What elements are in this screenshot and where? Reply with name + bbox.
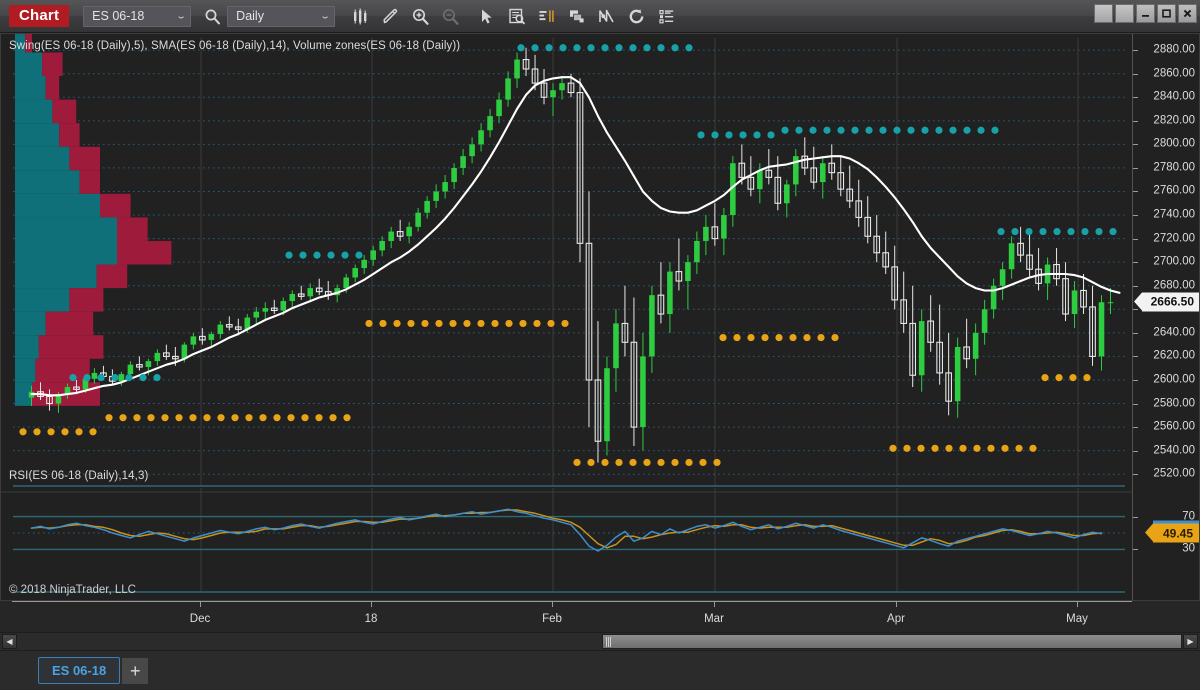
- close-button[interactable]: [1178, 4, 1197, 23]
- window-blank-button-2[interactable]: [1115, 4, 1134, 23]
- data-box-icon[interactable]: [531, 1, 561, 31]
- time-axis-tick: [371, 601, 372, 607]
- interval-selector[interactable]: Daily ⌄: [227, 5, 336, 27]
- price-axis-tick: [1133, 97, 1138, 99]
- rsi-axis-tick: [1133, 516, 1138, 518]
- rsi-axis-tick: [1133, 549, 1138, 551]
- time-axis-tick: [1077, 601, 1078, 607]
- price-axis-tick-label: 2640.00: [1153, 326, 1195, 339]
- interval-selector-value: Daily: [236, 9, 264, 23]
- price-axis-tick-label: 2840.00: [1153, 90, 1195, 103]
- price-axis-tick-label: 2680.00: [1153, 278, 1195, 291]
- chart-window-badge: Chart: [9, 5, 70, 27]
- rsi-axis-tick-label: 30: [1182, 542, 1195, 555]
- scroll-left-arrow[interactable]: ◀: [2, 634, 17, 649]
- time-axis[interactable]: Dec 18 Feb Mar Apr May: [0, 601, 1200, 632]
- time-axis-line: [12, 601, 1132, 602]
- chart-properties-icon[interactable]: [501, 1, 531, 31]
- draw-icon[interactable]: [375, 1, 405, 31]
- time-axis-tick: [896, 601, 897, 607]
- price-axis-tick: [1133, 332, 1138, 334]
- chart-toolbar: Chart ES 06-18 ⌄ Daily ⌄: [0, 0, 1200, 33]
- price-axis-tick-label: 2740.00: [1153, 208, 1195, 221]
- price-axis-tick: [1133, 474, 1138, 476]
- price-axis-tick-label: 2760.00: [1153, 184, 1195, 197]
- price-axis-tick: [1133, 379, 1138, 381]
- chart-plot: [1, 34, 1132, 598]
- price-axis-tick-label: 2780.00: [1153, 161, 1195, 174]
- price-axis-tick-label: 2580.00: [1153, 396, 1195, 409]
- price-axis-tick: [1133, 120, 1138, 122]
- ninjatrader-chart-window: Chart ES 06-18 ⌄ Daily ⌄ Swing(ES 06-18 …: [0, 0, 1200, 690]
- chart-canvas-area[interactable]: Swing(ES 06-18 (Daily),5), SMA(ES 06-18 …: [0, 33, 1200, 601]
- time-axis-label: Mar: [704, 613, 724, 625]
- price-axis-tick: [1133, 50, 1138, 52]
- price-axis-tick: [1133, 238, 1138, 240]
- price-axis-tick: [1133, 73, 1138, 75]
- price-axis-tick-label: 2520.00: [1153, 467, 1195, 480]
- minimize-button[interactable]: [1136, 4, 1155, 23]
- price-axis-tick: [1133, 450, 1138, 452]
- tab-es-06-18[interactable]: ES 06-18: [38, 657, 121, 684]
- copyright-notice: © 2018 NinjaTrader, LLC: [9, 584, 136, 596]
- time-axis-label: Dec: [189, 613, 211, 625]
- time-axis-tick: [200, 601, 201, 607]
- indicators-icon[interactable]: [591, 1, 621, 31]
- window-blank-button-1[interactable]: [1094, 4, 1113, 23]
- scrollbar-track[interactable]: [21, 634, 1183, 649]
- cursor-icon[interactable]: [471, 1, 501, 31]
- time-axis-tick: [552, 601, 553, 607]
- price-axis-tick: [1133, 167, 1138, 169]
- price-axis-tick-label: 2540.00: [1153, 443, 1195, 456]
- scrollbar-thumb[interactable]: [602, 634, 1182, 649]
- zoom-out-icon[interactable]: [435, 1, 465, 31]
- price-axis-tick-label: 2620.00: [1153, 349, 1195, 362]
- time-axis-tick: [714, 601, 715, 607]
- price-axis-tick: [1133, 191, 1138, 193]
- price-axis-tick-label: 2600.00: [1153, 373, 1195, 386]
- price-axis-tick: [1133, 427, 1138, 429]
- price-axis-tick: [1133, 144, 1138, 146]
- time-axis-label: May: [1066, 613, 1088, 625]
- add-tab-button[interactable]: +: [122, 657, 149, 684]
- chevron-down-icon: ⌄: [175, 11, 187, 21]
- time-axis-label: 18: [364, 613, 378, 625]
- chart-panes[interactable]: Swing(ES 06-18 (Daily),5), SMA(ES 06-18 …: [0, 33, 1132, 601]
- scrollbar-grip: [606, 637, 612, 647]
- list-icon[interactable]: [651, 1, 681, 31]
- rsi-value-marker: 49.45: [1144, 520, 1200, 543]
- price-axis-tick: [1133, 356, 1138, 358]
- price-axis-tick-label: 2720.00: [1153, 231, 1195, 244]
- price-axis-tick-label: 2700.00: [1153, 255, 1195, 268]
- price-axis-tick: [1133, 285, 1138, 287]
- maximize-button[interactable]: [1157, 4, 1176, 23]
- price-axis-tick: [1133, 403, 1138, 405]
- chart-tab-bar: ES 06-18 +: [0, 650, 1200, 690]
- zoom-in-icon[interactable]: [405, 1, 435, 31]
- price-axis-tick-label: 2820.00: [1153, 114, 1195, 127]
- price-axis-tick-label: 2800.00: [1153, 137, 1195, 150]
- scroll-right-arrow[interactable]: ▶: [1183, 634, 1198, 649]
- templates-icon[interactable]: [561, 1, 591, 31]
- data-series-icon[interactable]: [345, 1, 375, 31]
- time-axis-label: Apr: [887, 613, 905, 625]
- search-icon[interactable]: [197, 1, 227, 31]
- price-axis-tick-label: 2880.00: [1153, 43, 1195, 56]
- price-axis-tick-label: 2560.00: [1153, 420, 1195, 433]
- window-controls: [1094, 4, 1197, 23]
- horizontal-scrollbar[interactable]: ◀ ▶: [0, 632, 1200, 650]
- instrument-selector[interactable]: ES 06-18 ⌄: [83, 5, 192, 27]
- chevron-down-icon: ⌄: [319, 11, 331, 21]
- price-axis-tick: [1133, 262, 1138, 264]
- current-price-marker: 2666.50: [1133, 292, 1199, 312]
- reload-icon[interactable]: [621, 1, 651, 31]
- price-axis-tick: [1133, 215, 1138, 217]
- time-axis-label: Feb: [542, 613, 562, 625]
- instrument-selector-value: ES 06-18: [92, 9, 145, 23]
- price-axis-tick-label: 2860.00: [1153, 66, 1195, 79]
- price-axis[interactable]: 2880.00 2860.00 2840.00 2820.00 2800.00 2780.…: [1132, 33, 1200, 601]
